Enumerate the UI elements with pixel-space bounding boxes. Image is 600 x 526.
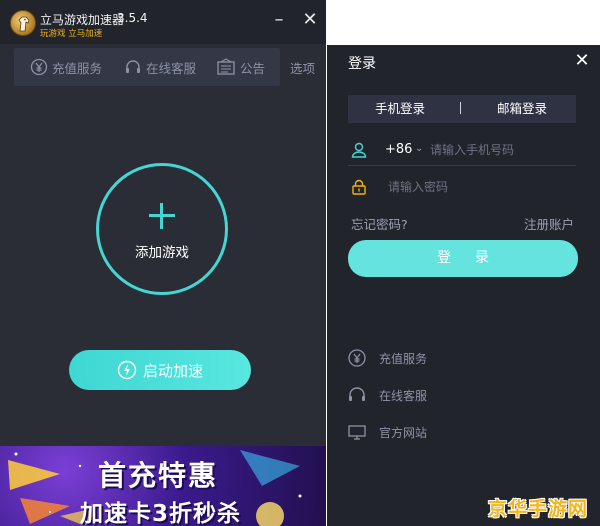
- minimize-button[interactable]: –: [269, 10, 289, 30]
- password-field-row: [348, 171, 576, 203]
- footer-site-link[interactable]: 官方网站: [347, 421, 427, 443]
- forgot-password-link[interactable]: 忘记密码?: [351, 214, 408, 233]
- titlebar[interactable]: 立马游戏加速器 3.5.4 玩游戏 立马加速 – ✕: [0, 0, 326, 44]
- footer-recharge-label: 充值服务: [379, 351, 428, 366]
- footer-service-label: 在线客服: [379, 388, 428, 403]
- lock-icon: [352, 179, 366, 195]
- user-icon: [351, 142, 367, 158]
- login-title: 登录: [348, 56, 376, 72]
- nav-notice[interactable]: 公告: [216, 48, 265, 86]
- headset-icon: [126, 60, 140, 73]
- nav-options[interactable]: 选项: [290, 58, 315, 77]
- headset-icon: [349, 387, 365, 401]
- footer-recharge-link[interactable]: 充值服务: [347, 347, 427, 369]
- nav-service[interactable]: 在线客服: [124, 48, 196, 86]
- horse-logo-icon: [10, 10, 36, 36]
- plus-icon: [149, 203, 175, 229]
- tab-email-login[interactable]: 邮箱登录: [468, 95, 576, 123]
- start-acceleration-label: 启动加速: [142, 361, 203, 380]
- site-watermark: 京华手游网: [488, 498, 589, 520]
- nav-recharge-label: 充值服务: [52, 60, 103, 76]
- tab-divider: [460, 102, 461, 114]
- notice-board-icon: [217, 58, 235, 75]
- register-link[interactable]: 注册账户: [524, 214, 574, 233]
- login-close-button[interactable]: ✕: [572, 51, 592, 71]
- app-slogan: 玩游戏 立马加速: [40, 29, 103, 39]
- monitor-icon: [348, 425, 366, 440]
- promo-banner[interactable]: 首充特惠 加速卡3折秒杀: [0, 446, 326, 526]
- close-button[interactable]: ✕: [300, 10, 320, 30]
- app-name: 立马游戏加速器: [40, 13, 125, 27]
- nav-service-label: 在线客服: [146, 60, 197, 76]
- password-input[interactable]: [388, 175, 574, 199]
- chevron-down-icon[interactable]: ⌄: [415, 143, 423, 154]
- banner-subline: 加速卡3折秒杀: [80, 501, 242, 526]
- lightning-icon: [117, 360, 137, 380]
- login-tabs: 手机登录 邮箱登录: [348, 95, 576, 123]
- top-nav: 充值服务 在线客服 公告: [14, 48, 280, 86]
- tab-phone-login[interactable]: 手机登录: [348, 95, 452, 123]
- footer-site-label: 官方网站: [379, 425, 428, 440]
- phone-field-row: +86 ⌄: [348, 134, 576, 166]
- login-panel: 登录 ✕ 手机登录 邮箱登录 +86 ⌄ 忘记密码? 注册账户 登录 充值服务: [327, 45, 600, 526]
- banner-headline: 首充特惠: [98, 459, 219, 492]
- start-acceleration-button[interactable]: 启动加速: [69, 350, 251, 390]
- phone-input[interactable]: [430, 138, 576, 162]
- footer-service-link[interactable]: 在线客服: [347, 384, 427, 406]
- login-button[interactable]: 登录: [348, 240, 578, 277]
- add-game-button[interactable]: 添加游戏: [96, 163, 228, 295]
- nav-recharge[interactable]: 充值服务: [30, 48, 102, 86]
- accelerator-main-window: 立马游戏加速器 3.5.4 玩游戏 立马加速 – ✕ 充值服务 在线客服 公告 …: [0, 0, 326, 526]
- app-version: 3.5.4: [117, 11, 148, 25]
- add-game-label: 添加游戏: [135, 245, 189, 261]
- yen-icon: [30, 58, 48, 76]
- nav-notice-label: 公告: [240, 60, 266, 76]
- yen-icon: [348, 349, 366, 367]
- country-code-select[interactable]: +86: [385, 142, 412, 157]
